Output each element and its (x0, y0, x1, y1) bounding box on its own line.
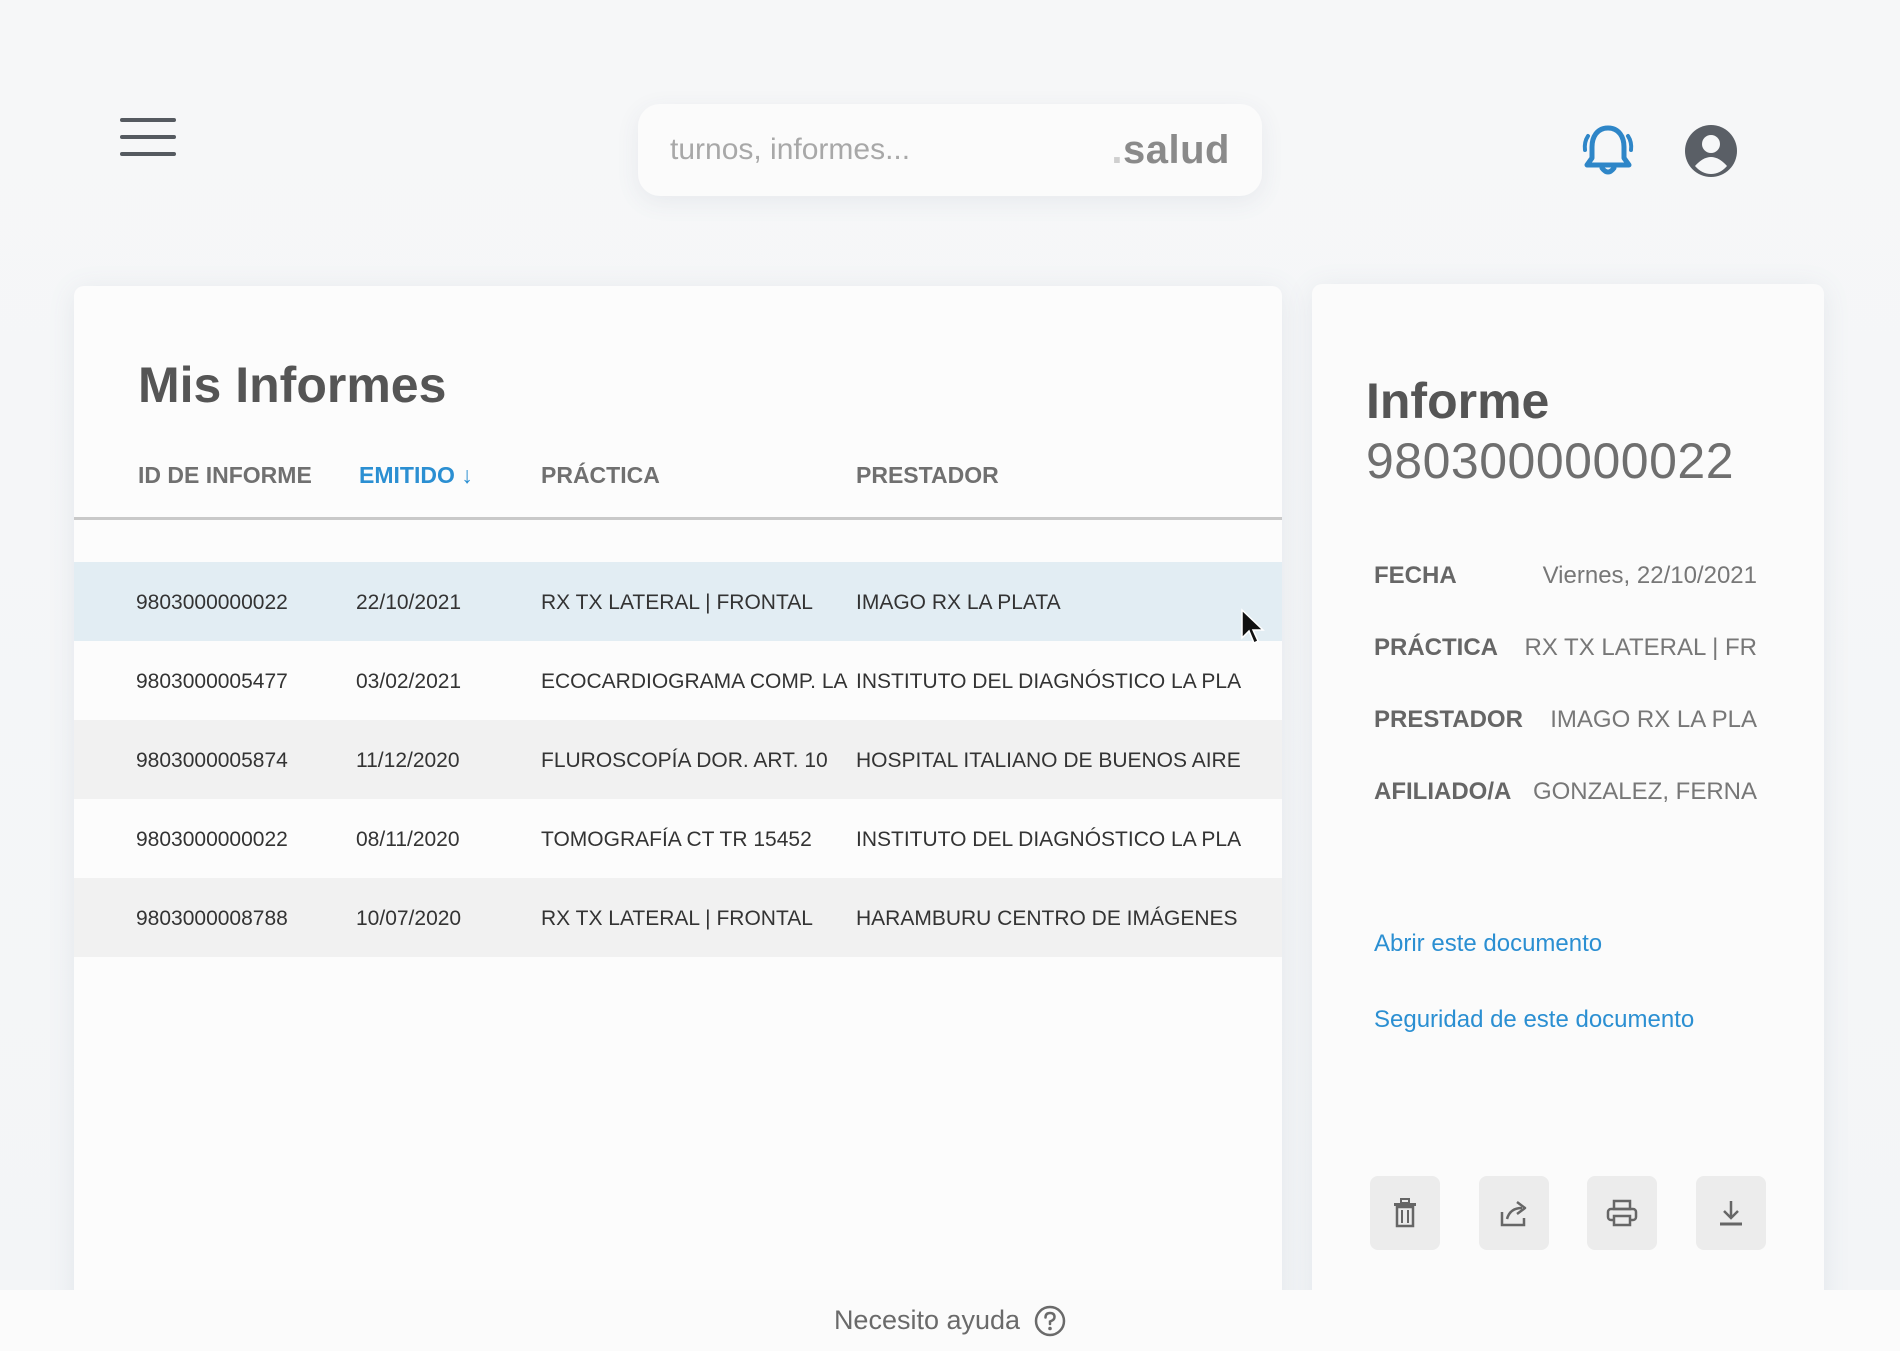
table-row[interactable]: 9803000005874 11/12/2020 FLUROSCOPÍA DOR… (74, 720, 1282, 799)
table-row[interactable]: 9803000005477 03/02/2021 ECOCARDIOGRAMA … (74, 641, 1282, 720)
page-title: Mis Informes (138, 357, 447, 413)
cell-practice: TOMOGRAFÍA CT TR 15452 (541, 828, 812, 851)
trash-icon (1394, 1198, 1416, 1228)
field-label-afiliado: AFILIADO/A (1374, 778, 1512, 805)
bell-icon[interactable] (1578, 120, 1638, 180)
field-value-practica: RX TX LATERAL | FR (1524, 634, 1757, 661)
column-header-prestador[interactable]: PRESTADOR (856, 462, 999, 489)
cell-provider: INSTITUTO DEL DIAGNÓSTICO LA PLA (856, 670, 1242, 693)
user-avatar-icon[interactable] (1684, 124, 1738, 178)
column-header-practica[interactable]: PRÁCTICA (541, 462, 660, 489)
document-security-link[interactable]: Seguridad de este documento (1374, 1006, 1694, 1034)
cell-practice: RX TX LATERAL | FRONTAL (541, 591, 813, 614)
download-icon (1720, 1201, 1742, 1226)
cell-date: 03/02/2021 (356, 670, 462, 693)
brand-logo: .salud (1111, 127, 1230, 172)
cell-provider: IMAGO RX LA PLATA (856, 591, 1061, 614)
field-value-afiliado: GONZALEZ, FERNA (1532, 778, 1757, 805)
table-row[interactable]: 9803000008788 10/07/2020 RX TX LATERAL |… (74, 878, 1282, 957)
cell-practice: RX TX LATERAL | FRONTAL (541, 907, 813, 930)
column-header-emitido[interactable]: EMITIDO ↓ (359, 462, 473, 489)
field-value-prestador: IMAGO RX LA PLA (1550, 706, 1757, 733)
search-bar[interactable]: .salud (638, 104, 1262, 196)
table-header: ID DE INFORME EMITIDO ↓ PRÁCTICA PRESTAD… (74, 458, 1282, 520)
cell-id: 9803000000022 (136, 828, 288, 851)
help-question-icon[interactable] (1034, 1305, 1066, 1337)
cell-id: 9803000005477 (136, 670, 288, 693)
field-label-prestador: PRESTADOR (1374, 706, 1523, 733)
cell-provider: INSTITUTO DEL DIAGNÓSTICO LA PLA (856, 828, 1242, 851)
cell-practice: ECOCARDIOGRAMA COMP. LA (541, 670, 848, 693)
cell-id: 9803000008788 (136, 907, 288, 930)
field-label-fecha: FECHA (1374, 562, 1457, 589)
help-footer[interactable]: Necesito ayuda (0, 1290, 1900, 1351)
detail-title: Informe (1366, 373, 1550, 429)
share-icon (1500, 1201, 1527, 1227)
hamburger-menu-icon[interactable] (120, 118, 176, 164)
cell-provider: HOSPITAL ITALIANO DE BUENOS AIRE (856, 749, 1241, 772)
report-detail-card: Informe 9803000000022 FECHA Viernes, 22/… (1312, 284, 1824, 1351)
cell-date: 11/12/2020 (356, 749, 460, 772)
mouse-cursor-icon (1241, 608, 1265, 645)
open-document-link[interactable]: Abrir este documento (1374, 930, 1602, 958)
cell-practice: FLUROSCOPÍA DOR. ART. 10 (541, 749, 828, 772)
print-button[interactable] (1587, 1176, 1657, 1250)
share-button[interactable] (1479, 1176, 1549, 1250)
delete-button[interactable] (1370, 1176, 1440, 1250)
column-header-id[interactable]: ID DE INFORME (138, 462, 312, 489)
cell-date: 10/07/2020 (356, 907, 462, 930)
download-button[interactable] (1696, 1176, 1766, 1250)
cell-date: 08/11/2020 (356, 828, 460, 851)
reports-list-card: Mis Informes ID DE INFORME EMITIDO ↓ PRÁ… (74, 286, 1282, 1351)
cell-date: 22/10/2021 (356, 591, 462, 614)
field-value-fecha: Viernes, 22/10/2021 (1542, 562, 1757, 589)
field-label-practica: PRÁCTICA (1374, 634, 1498, 661)
cell-provider: HARAMBURU CENTRO DE IMÁGENES (856, 907, 1238, 930)
help-text[interactable]: Necesito ayuda (834, 1305, 1020, 1336)
table-row[interactable]: 9803000000022 08/11/2020 TOMOGRAFÍA CT T… (74, 799, 1282, 878)
cell-id: 9803000005874 (136, 749, 288, 772)
detail-report-id: 9803000000022 (1366, 433, 1734, 489)
print-icon (1606, 1199, 1638, 1227)
search-input[interactable] (670, 133, 1112, 167)
app-page: .salud Mis Informes ID DE INFORME EMITID… (0, 0, 1900, 1351)
cell-id: 9803000000022 (136, 591, 288, 614)
table-row[interactable]: 9803000000022 22/10/2021 RX TX LATERAL |… (74, 562, 1282, 641)
